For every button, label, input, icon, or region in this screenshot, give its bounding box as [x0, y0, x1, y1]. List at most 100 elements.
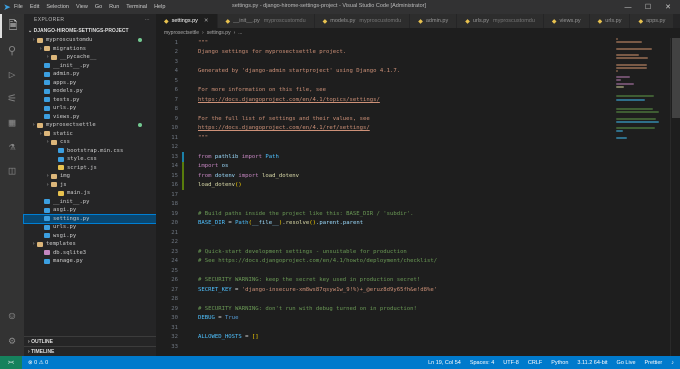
tree-item[interactable]: › static: [24, 130, 156, 139]
tab-urls-py[interactable]: ◆ urls.py: [589, 14, 631, 28]
workspace-section[interactable]: ⌄ DJANGO-HIROME-SETTINGS-PROJECT: [24, 26, 156, 36]
tree-item[interactable]: wsgi.py: [24, 232, 156, 241]
close-icon[interactable]: ✕: [658, 0, 678, 14]
code-line: 33: [156, 342, 616, 352]
tree-item-label: migrations: [53, 45, 87, 52]
maximize-icon[interactable]: ☐: [638, 0, 658, 14]
minimize-icon[interactable]: —: [618, 0, 638, 14]
tree-item[interactable]: db.sqlite3: [24, 249, 156, 258]
code-line: 5: [156, 76, 616, 86]
menu-item-file[interactable]: File: [14, 4, 23, 10]
code-line: 24 # See https://docs.djangoproject.com/e…: [156, 257, 616, 267]
extensions-icon[interactable]: ▦: [0, 110, 24, 134]
chevron-right-icon: ›: [202, 30, 204, 36]
bell-icon[interactable]: ♪: [671, 360, 674, 366]
close-icon[interactable]: ✕: [204, 18, 209, 24]
breadcrumb-item[interactable]: ...: [238, 30, 242, 36]
tree-item[interactable]: › templates: [24, 240, 156, 249]
tree-item[interactable]: __init__.py: [24, 62, 156, 71]
breadcrumb-item[interactable]: settings.py: [207, 30, 231, 36]
scrollbar-thumb[interactable]: [672, 38, 680, 118]
tree-item[interactable]: settings.py: [23, 213, 157, 224]
tab-views-py[interactable]: ◆ views.py: [543, 14, 590, 28]
menu-item-terminal[interactable]: Terminal: [126, 4, 147, 10]
tree-item[interactable]: asgi.py: [24, 206, 156, 215]
menu-item-edit[interactable]: Edit: [30, 4, 39, 10]
gutter-marker: [182, 76, 188, 86]
line-number: 28: [171, 296, 178, 303]
line-number: 23: [171, 248, 178, 255]
minimap-line: [616, 136, 627, 139]
tab-apps-py[interactable]: ◆ apps.py: [630, 14, 675, 28]
tree-item[interactable]: › migrations: [24, 45, 156, 54]
status-item[interactable]: UTF-8: [503, 360, 519, 366]
account-icon[interactable]: ☺: [0, 304, 24, 328]
tree-item[interactable]: › myprosectsettle: [24, 121, 156, 130]
folder-icon: [44, 131, 50, 137]
tree-item[interactable]: script.js: [24, 164, 156, 173]
code-token: .parent.parent: [315, 220, 364, 227]
gutter-marker: [182, 323, 188, 333]
settings-gear-icon[interactable]: ⚙: [0, 328, 24, 352]
search-icon[interactable]: ⚲: [0, 38, 24, 62]
more-actions-icon[interactable]: ⋯: [145, 17, 150, 23]
tree-item[interactable]: models.py: [24, 87, 156, 96]
section-timeline[interactable]: › TIMELINE: [24, 346, 156, 356]
docker-icon[interactable]: ◫: [0, 158, 24, 182]
vertical-scrollbar[interactable]: [670, 38, 680, 356]
tab-models-py[interactable]: ◆ models.py myproscustomdu: [314, 14, 411, 28]
tab-urls-py[interactable]: ◆ urls.py myproscustomdu: [457, 14, 544, 28]
run-debug-icon[interactable]: ▷: [0, 62, 24, 86]
tree-item[interactable]: urls.py: [24, 104, 156, 113]
tree-item[interactable]: apps.py: [24, 79, 156, 88]
tree-item[interactable]: __init__.py: [24, 198, 156, 207]
python-file-icon: ◆: [322, 18, 328, 25]
section-outline[interactable]: › OUTLINE: [24, 336, 156, 346]
tree-item[interactable]: › __pycache__: [24, 53, 156, 62]
tree-item[interactable]: admin.py: [24, 70, 156, 79]
minimap-line: [616, 53, 639, 56]
window-title: settings.py - django-hirome-settings-pro…: [232, 3, 427, 9]
status-item[interactable]: Ln 19, Col 54: [428, 360, 461, 366]
tree-item[interactable]: main.js: [24, 189, 156, 198]
tree-item[interactable]: bootstrap.min.css: [24, 147, 156, 156]
tab--init-py[interactable]: ◆ __init__.py myproscustomdu: [217, 14, 315, 28]
menu-item-go[interactable]: Go: [95, 4, 102, 10]
tree-item[interactable]: tests.py: [24, 96, 156, 105]
tree-item[interactable]: urls.py: [24, 223, 156, 232]
status-item[interactable]: Go Live: [617, 360, 636, 366]
py-file-icon: [44, 224, 50, 230]
py-file-icon: [44, 233, 50, 239]
status-item[interactable]: Python: [551, 360, 568, 366]
tab-admin-py[interactable]: ◆ admin.py: [410, 14, 458, 28]
code-line: 30 DEBUG = True: [156, 314, 616, 324]
tab-settings-py[interactable]: ◆ settings.py ✕: [156, 14, 218, 28]
source-control-icon[interactable]: ⚟: [0, 86, 24, 110]
tree-item[interactable]: › css: [24, 138, 156, 147]
explorer-header: EXPLORER ⋯: [24, 14, 156, 26]
tree-item[interactable]: › myproscustomdu: [24, 36, 156, 45]
tree-item[interactable]: manage.py: [24, 257, 156, 266]
code-token: Path: [265, 153, 279, 160]
files-icon[interactable]: 🗎: [0, 14, 24, 38]
remote-indicator[interactable]: ><: [0, 356, 22, 369]
code-line: 1 """: [156, 38, 616, 48]
status-item[interactable]: Prettier: [645, 360, 663, 366]
tree-item[interactable]: › js: [24, 181, 156, 190]
status-item[interactable]: Spaces: 4: [470, 360, 494, 366]
tree-item[interactable]: views.py: [24, 113, 156, 122]
menu-item-selection[interactable]: Selection: [46, 4, 69, 10]
breadcrumb-item[interactable]: myprosectsettle: [164, 30, 199, 36]
status-item[interactable]: CRLF: [528, 360, 542, 366]
menu-item-help[interactable]: Help: [154, 4, 165, 10]
menu-item-run[interactable]: Run: [109, 4, 119, 10]
menu-item-view[interactable]: View: [76, 4, 88, 10]
minimap[interactable]: [616, 38, 666, 188]
error-icon[interactable]: ⊗ 0 ⚠ 0: [28, 360, 48, 366]
gutter-marker: [182, 105, 188, 115]
tree-item[interactable]: style.css: [24, 155, 156, 164]
tree-item[interactable]: › img: [24, 172, 156, 181]
code-editor[interactable]: 1 """ 2 Django settings for myprosectsettle…: [156, 38, 616, 356]
status-item[interactable]: 3.11.2 64-bit: [577, 360, 607, 366]
testing-icon[interactable]: ⚗: [0, 134, 24, 158]
